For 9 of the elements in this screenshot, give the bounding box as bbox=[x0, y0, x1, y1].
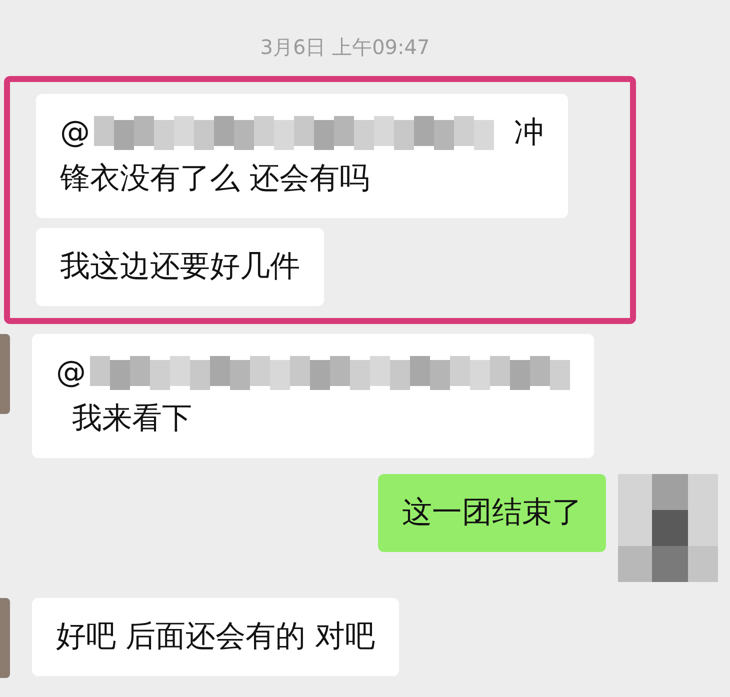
message-text: 这一团结束了 bbox=[402, 494, 582, 532]
timestamp: 3月6日 上午09:47 bbox=[260, 34, 430, 61]
mention-text: @ bbox=[60, 114, 90, 152]
message-text: 好吧 后面还会有的 对吧 bbox=[56, 618, 376, 656]
mention-text: @ bbox=[56, 354, 86, 392]
message-text: 锋衣没有了么 还会有吗 bbox=[60, 160, 371, 198]
message-text: 我这边还要好几件 bbox=[60, 248, 300, 286]
message-text: 我来看下 bbox=[71, 400, 193, 438]
message-text: 冲 bbox=[514, 114, 544, 152]
